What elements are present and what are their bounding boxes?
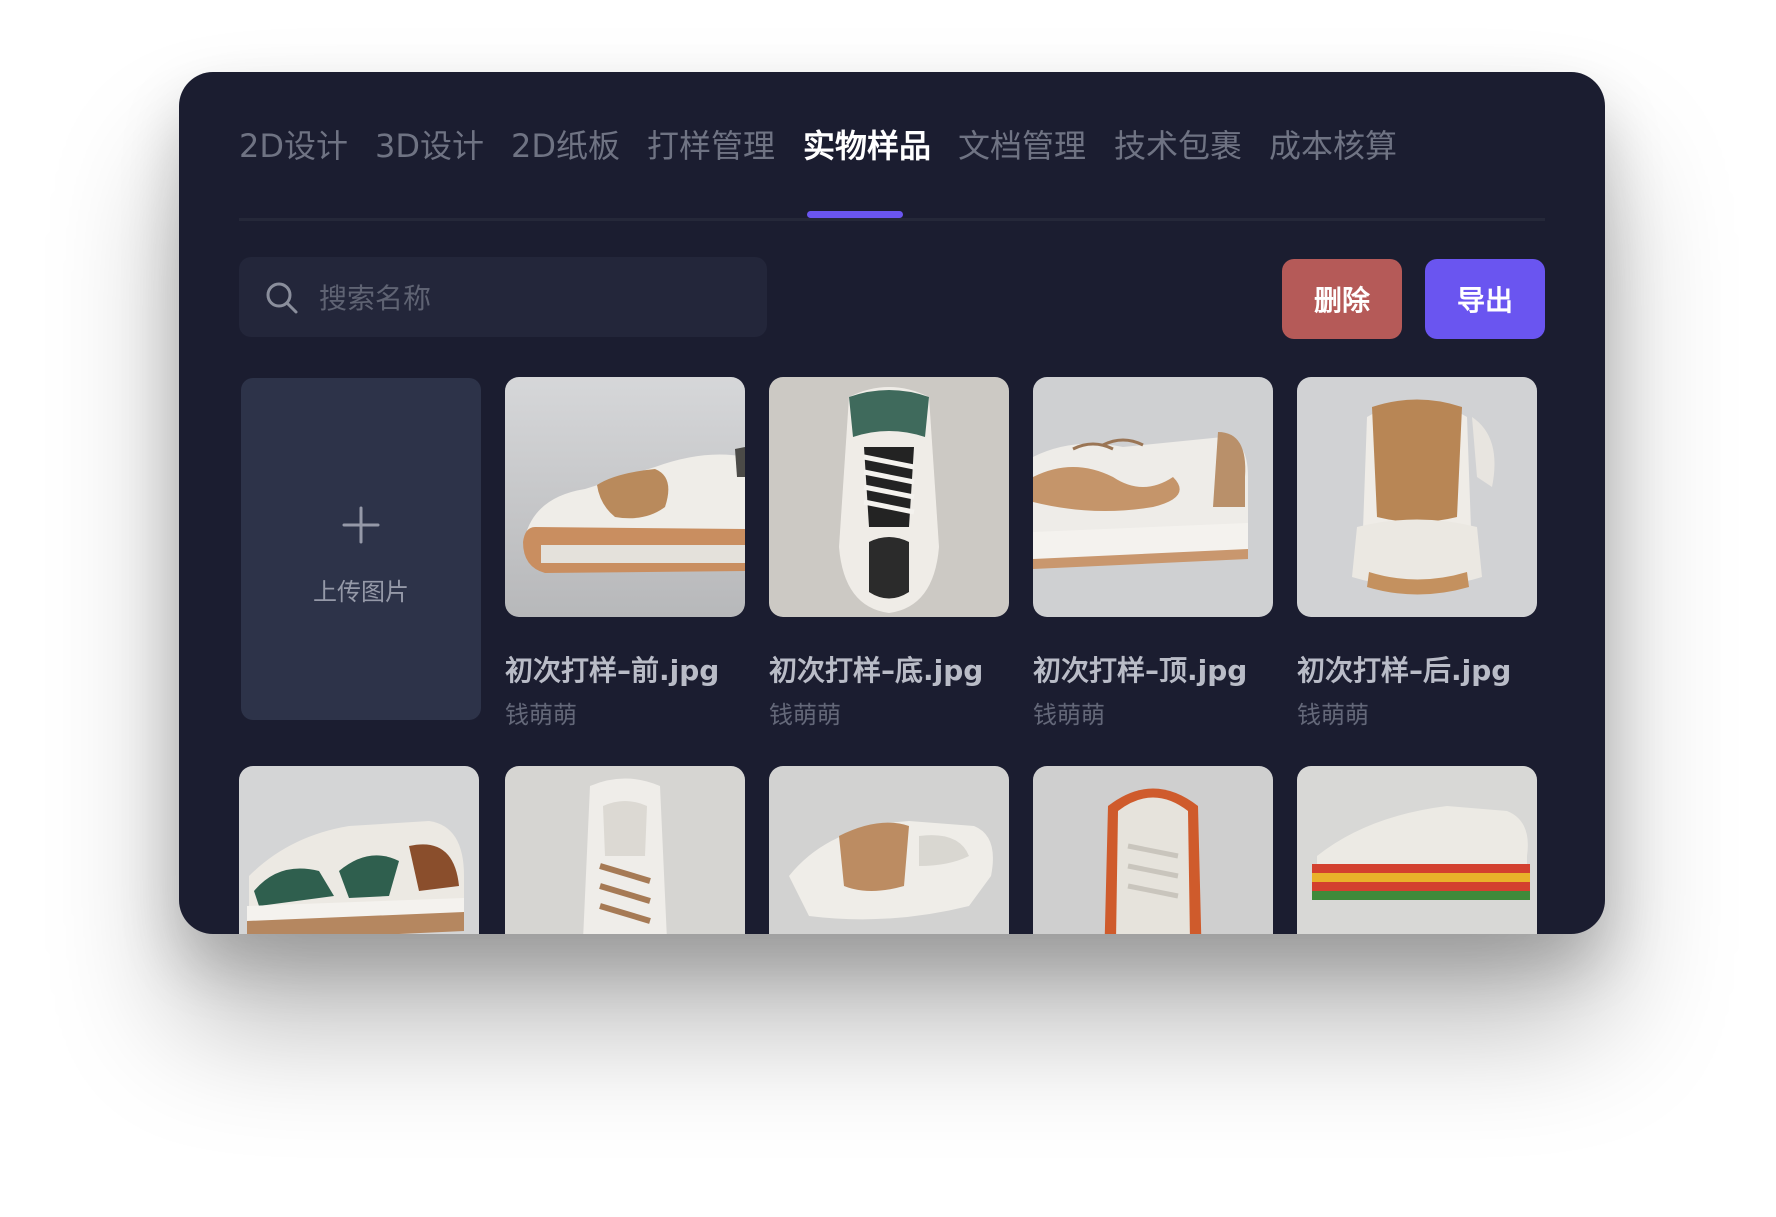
shoe-green-side-image	[239, 766, 479, 934]
shoe-side-front-image	[505, 377, 745, 617]
sample-owner: 钱萌萌	[505, 701, 577, 729]
shoe-strap-angle-image	[769, 766, 1009, 934]
export-button[interactable]: 导出	[1425, 259, 1545, 339]
sample-owner: 钱萌萌	[1297, 701, 1369, 729]
search-box	[239, 257, 767, 339]
tab-tech-pack[interactable]: 技术包裹	[1114, 124, 1242, 168]
tab-physical-samples[interactable]: 实物样品	[803, 124, 931, 168]
shoe-back-view-image	[1297, 377, 1537, 617]
search-input[interactable]	[317, 257, 751, 339]
sample-title: 初次打样–顶.jpg	[1033, 654, 1248, 687]
plus-icon	[342, 506, 380, 544]
sample-thumbnail[interactable]	[1033, 377, 1273, 617]
shoe-top-view-image	[769, 377, 1009, 617]
tab-2d-pattern[interactable]: 2D纸板	[511, 124, 620, 168]
sample-owner: 钱萌萌	[1033, 701, 1105, 729]
upload-image-card[interactable]: 上传图片	[241, 378, 481, 720]
delete-button[interactable]: 删除	[1282, 259, 1402, 339]
tab-sampling-management[interactable]: 打样管理	[647, 124, 775, 168]
tab-3d-design[interactable]: 3D设计	[375, 124, 484, 168]
search-icon	[266, 282, 298, 314]
shoe-orange-top-image	[1033, 766, 1273, 934]
active-tab-indicator	[807, 211, 903, 218]
shoe-side-top-image	[1033, 377, 1273, 617]
sample-library-panel: 2D设计 3D设计 2D纸板 打样管理 实物样品 文档管理 技术包裹 成本核算 …	[179, 72, 1605, 934]
tab-document-management[interactable]: 文档管理	[958, 124, 1086, 168]
sample-thumbnail[interactable]	[1297, 766, 1537, 934]
shoe-rainbow-sole-image	[1297, 766, 1537, 934]
sample-owner: 钱萌萌	[769, 701, 841, 729]
sample-thumbnail[interactable]	[1297, 377, 1537, 617]
sample-thumbnail[interactable]	[1033, 766, 1273, 934]
upload-image-label: 上传图片	[313, 578, 409, 606]
tab-cost-accounting[interactable]: 成本核算	[1269, 124, 1397, 168]
tab-2d-design[interactable]: 2D设计	[239, 124, 348, 168]
sample-thumbnail[interactable]	[505, 377, 745, 617]
sample-thumbnail[interactable]	[239, 766, 479, 934]
sample-thumbnail[interactable]	[769, 377, 1009, 617]
sample-thumbnail[interactable]	[769, 766, 1009, 934]
sample-title: 初次打样–底.jpg	[769, 654, 984, 687]
module-tabs: 2D设计 3D设计 2D纸板 打样管理 实物样品 文档管理 技术包裹 成本核算	[239, 72, 1545, 221]
shoe-white-top-image	[505, 766, 745, 934]
sample-title: 初次打样–后.jpg	[1297, 654, 1512, 687]
sample-title: 初次打样–前.jpg	[505, 654, 720, 687]
sample-thumbnail[interactable]	[505, 766, 745, 934]
